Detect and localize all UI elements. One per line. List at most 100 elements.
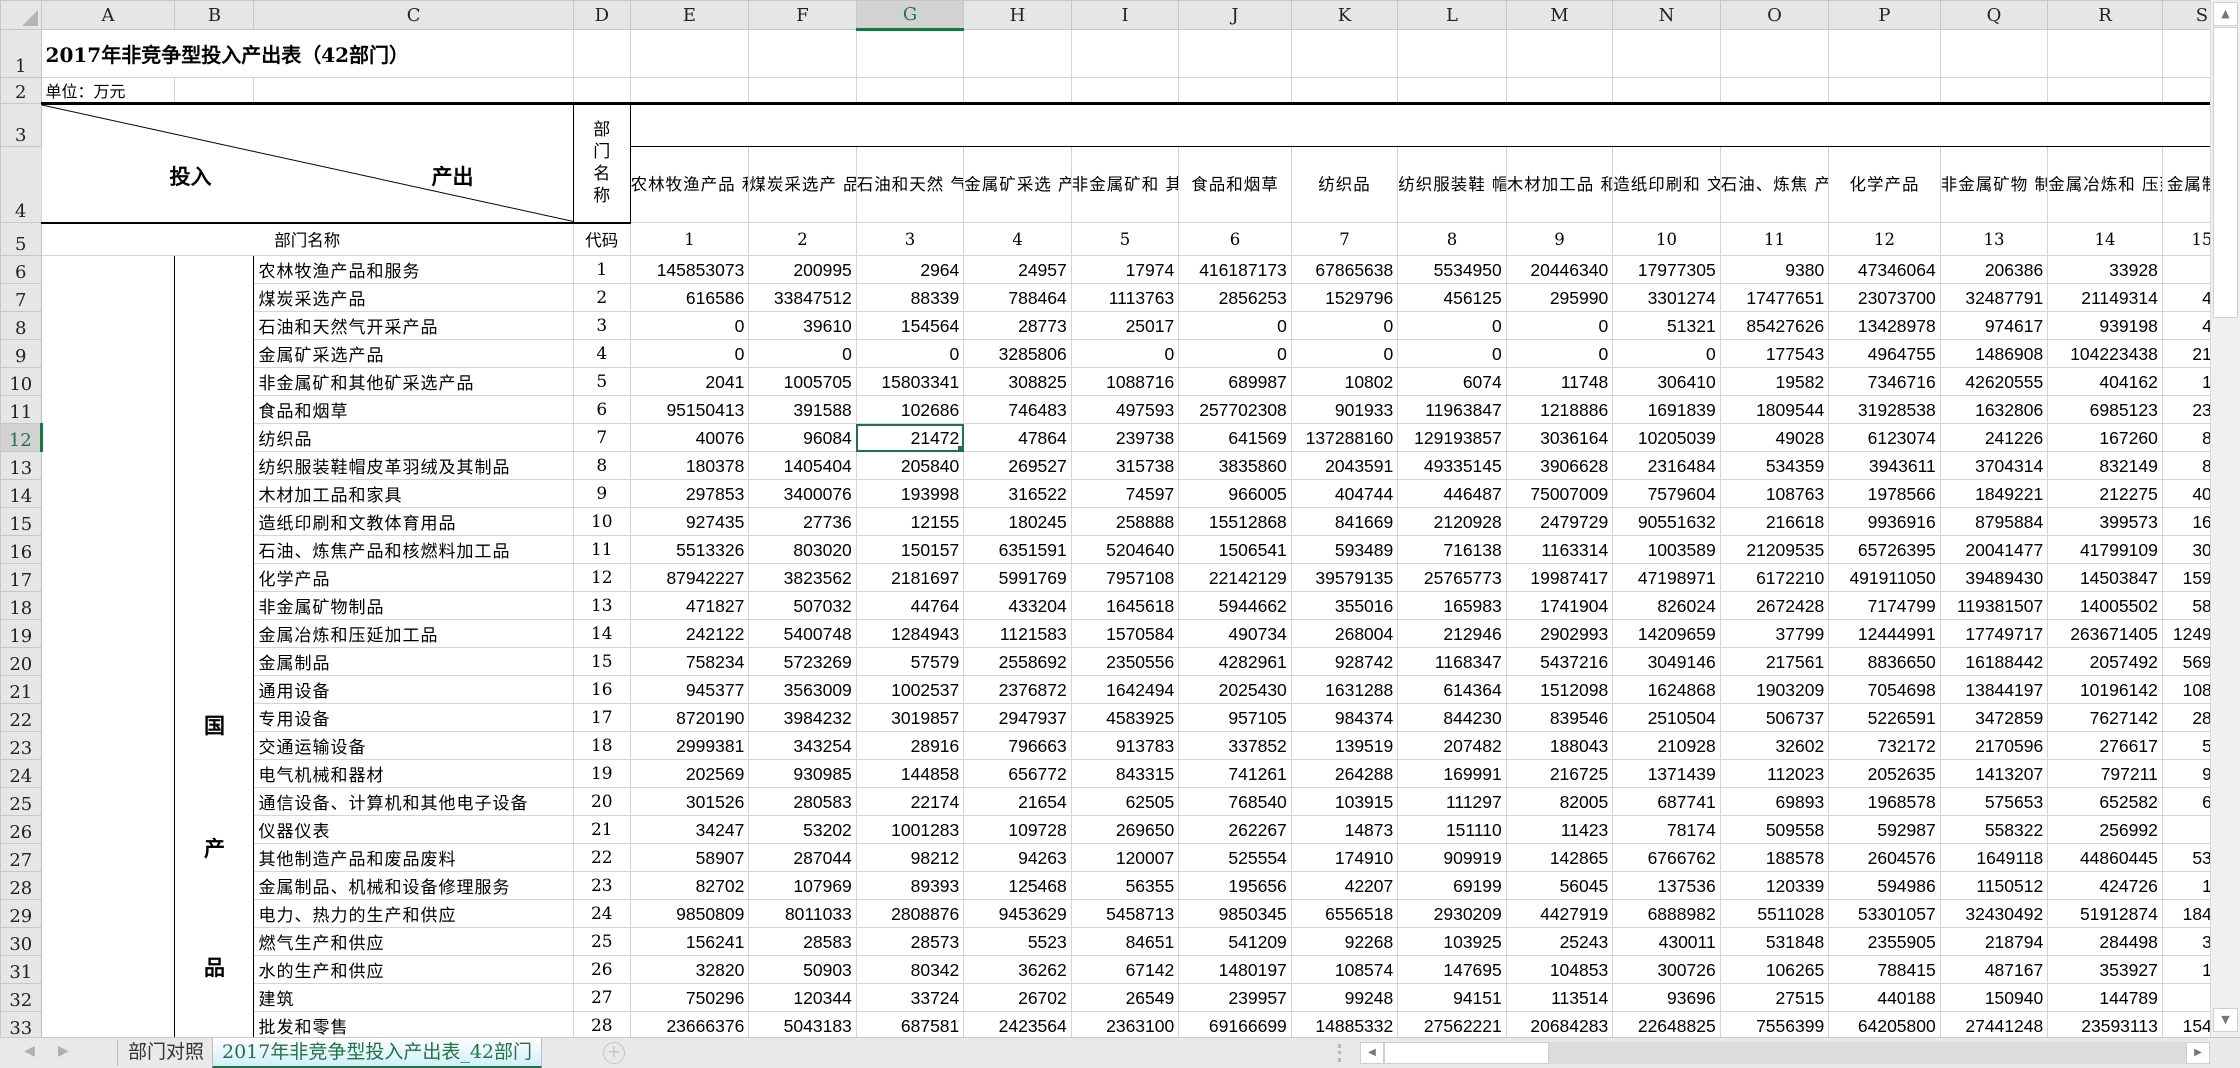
value-cell[interactable]: 3704314 — [1939, 451, 2049, 480]
value-cell[interactable]: 1512098 — [1505, 675, 1614, 704]
value-cell[interactable]: 4583925 — [1070, 703, 1180, 732]
value-cell[interactable]: 525554 — [1178, 843, 1292, 872]
column-code[interactable]: 2 — [748, 222, 857, 256]
value-cell[interactable]: 27515 — [1719, 983, 1830, 1012]
value-cell[interactable]: 2902993 — [1505, 619, 1614, 648]
value-cell[interactable]: 47346064 — [1828, 255, 1941, 284]
value-cell[interactable]: 1691839 — [1612, 395, 1721, 424]
value-cell[interactable]: 82005 — [1505, 787, 1614, 816]
value-cell[interactable]: 14209659 — [1612, 619, 1721, 648]
value-cell[interactable]: 27562221 — [1397, 1011, 1507, 1037]
row-sector-name[interactable]: 交通运输设备 — [253, 731, 574, 760]
value-cell[interactable]: 0 — [748, 339, 857, 368]
cell[interactable] — [963, 29, 1072, 78]
column-header-c[interactable]: C — [253, 0, 574, 30]
value-cell[interactable]: 5204640 — [1070, 535, 1180, 564]
row-header-14[interactable]: 14 — [0, 479, 42, 508]
cell[interactable] — [2047, 77, 2163, 104]
column-header-b[interactable]: B — [174, 0, 255, 30]
row-sector-name[interactable]: 造纸印刷和文教体育用品 — [253, 507, 574, 536]
value-cell[interactable]: 42620555 — [1939, 367, 2049, 396]
row-header-26[interactable]: 26 — [0, 815, 42, 844]
value-cell[interactable]: 269527 — [963, 451, 1072, 480]
value-cell[interactable]: 19582 — [1719, 367, 1830, 396]
column-header-h[interactable]: H — [963, 0, 1072, 30]
value-cell[interactable]: 301526 — [629, 787, 750, 816]
column-name-header[interactable]: 金属矿采选 产品 — [963, 146, 1072, 223]
value-cell[interactable]: 217561 — [1719, 647, 1830, 676]
value-cell[interactable]: 1163314 — [1505, 535, 1614, 564]
value-cell[interactable]: 2041 — [629, 367, 750, 396]
value-cell[interactable]: 257702308 — [1178, 395, 1292, 424]
value-cell[interactable]: 507032 — [748, 591, 857, 620]
row-sector-code[interactable]: 28 — [572, 1011, 631, 1037]
column-code[interactable]: 4 — [963, 222, 1072, 256]
value-cell[interactable]: 558322 — [1939, 815, 2049, 844]
value-cell[interactable]: 0 — [629, 339, 750, 368]
value-cell[interactable]: 180245 — [963, 507, 1072, 536]
value-cell[interactable]: 7957108 — [1070, 563, 1180, 592]
value-cell[interactable]: 1088716 — [1070, 367, 1180, 396]
value-cell[interactable]: 2964 — [855, 255, 965, 284]
dept-name-label[interactable]: 部门名称 — [40, 222, 574, 256]
row-sector-name[interactable]: 批发和零售 — [253, 1011, 574, 1037]
value-cell[interactable]: 17749717 — [1939, 619, 2049, 648]
value-cell[interactable]: 741261 — [1178, 759, 1292, 788]
value-cell[interactable]: 94263 — [963, 843, 1072, 872]
cell[interactable] — [1397, 77, 1507, 104]
value-cell[interactable]: 64205800 — [1828, 1011, 1941, 1037]
value-cell[interactable]: 47864 — [963, 423, 1072, 452]
row-sector-name[interactable]: 电力、热力的生产和供应 — [253, 899, 574, 928]
value-cell[interactable]: 40693 — [2161, 479, 2210, 508]
column-code[interactable]: 15 — [2161, 222, 2210, 256]
value-cell[interactable]: 108763 — [1719, 479, 1830, 508]
value-cell[interactable]: 416187173 — [1178, 255, 1292, 284]
domestic-products-label[interactable]: 国产品 — [174, 255, 255, 1037]
dept-name-header[interactable]: 部门名称 — [572, 102, 631, 224]
value-cell[interactable]: 609 — [2161, 815, 2210, 844]
value-cell[interactable]: 33928 — [2047, 255, 2163, 284]
value-cell[interactable]: 841669 — [1290, 507, 1399, 536]
cell[interactable] — [1612, 29, 1721, 78]
value-cell[interactable]: 51321 — [1612, 311, 1721, 340]
row-header-18[interactable]: 18 — [0, 591, 42, 620]
value-cell[interactable]: 96084 — [748, 423, 857, 452]
value-cell[interactable]: 9850809 — [629, 899, 750, 928]
value-cell[interactable]: 984374 — [1290, 703, 1399, 732]
row-header-9[interactable]: 9 — [0, 339, 42, 368]
value-cell[interactable]: 306410 — [1612, 367, 1721, 396]
row-header-16[interactable]: 16 — [0, 535, 42, 564]
value-cell[interactable]: 284498 — [2047, 927, 2163, 956]
value-cell[interactable]: 39489430 — [1939, 563, 2049, 592]
value-cell[interactable]: 440188 — [1828, 983, 1941, 1012]
column-name-header[interactable]: 化学产品 — [1828, 146, 1941, 223]
value-cell[interactable]: 0 — [1505, 311, 1614, 340]
value-cell[interactable]: 7174799 — [1828, 591, 1941, 620]
value-cell[interactable]: 5437216 — [1505, 647, 1614, 676]
value-cell[interactable]: 616586 — [629, 283, 750, 312]
value-cell[interactable]: 119381507 — [1939, 591, 2049, 620]
value-cell[interactable]: 3906628 — [1505, 451, 1614, 480]
value-cell[interactable]: 796663 — [963, 731, 1072, 760]
row-sector-name[interactable]: 非金属矿和其他矿采选产品 — [253, 367, 574, 396]
value-cell[interactable]: 93696 — [1612, 983, 1721, 1012]
vertical-scroll-thumb[interactable] — [2213, 27, 2238, 318]
value-cell[interactable]: 687581 — [855, 1011, 965, 1037]
cell[interactable] — [253, 77, 574, 104]
value-cell[interactable]: 2999381 — [629, 731, 750, 760]
cell[interactable] — [1397, 29, 1507, 78]
value-cell[interactable]: 218794 — [1939, 927, 2049, 956]
value-cell[interactable]: 1645618 — [1070, 591, 1180, 620]
value-cell[interactable]: 928742 — [1290, 647, 1399, 676]
cell[interactable] — [1505, 29, 1614, 78]
value-cell[interactable]: 844230 — [1397, 703, 1507, 732]
value-cell[interactable]: 263671405 — [2047, 619, 2163, 648]
value-cell[interactable]: 4591 — [2161, 311, 2210, 340]
row-sector-name[interactable]: 纺织品 — [253, 423, 574, 452]
row-header-6[interactable]: 6 — [0, 255, 42, 284]
value-cell[interactable]: 909919 — [1397, 843, 1507, 872]
value-cell[interactable]: 207482 — [1397, 731, 1507, 760]
row-sector-code[interactable]: 6 — [572, 395, 631, 424]
value-cell[interactable]: 1150512 — [1939, 871, 2049, 900]
column-header-f[interactable]: F — [748, 0, 857, 30]
